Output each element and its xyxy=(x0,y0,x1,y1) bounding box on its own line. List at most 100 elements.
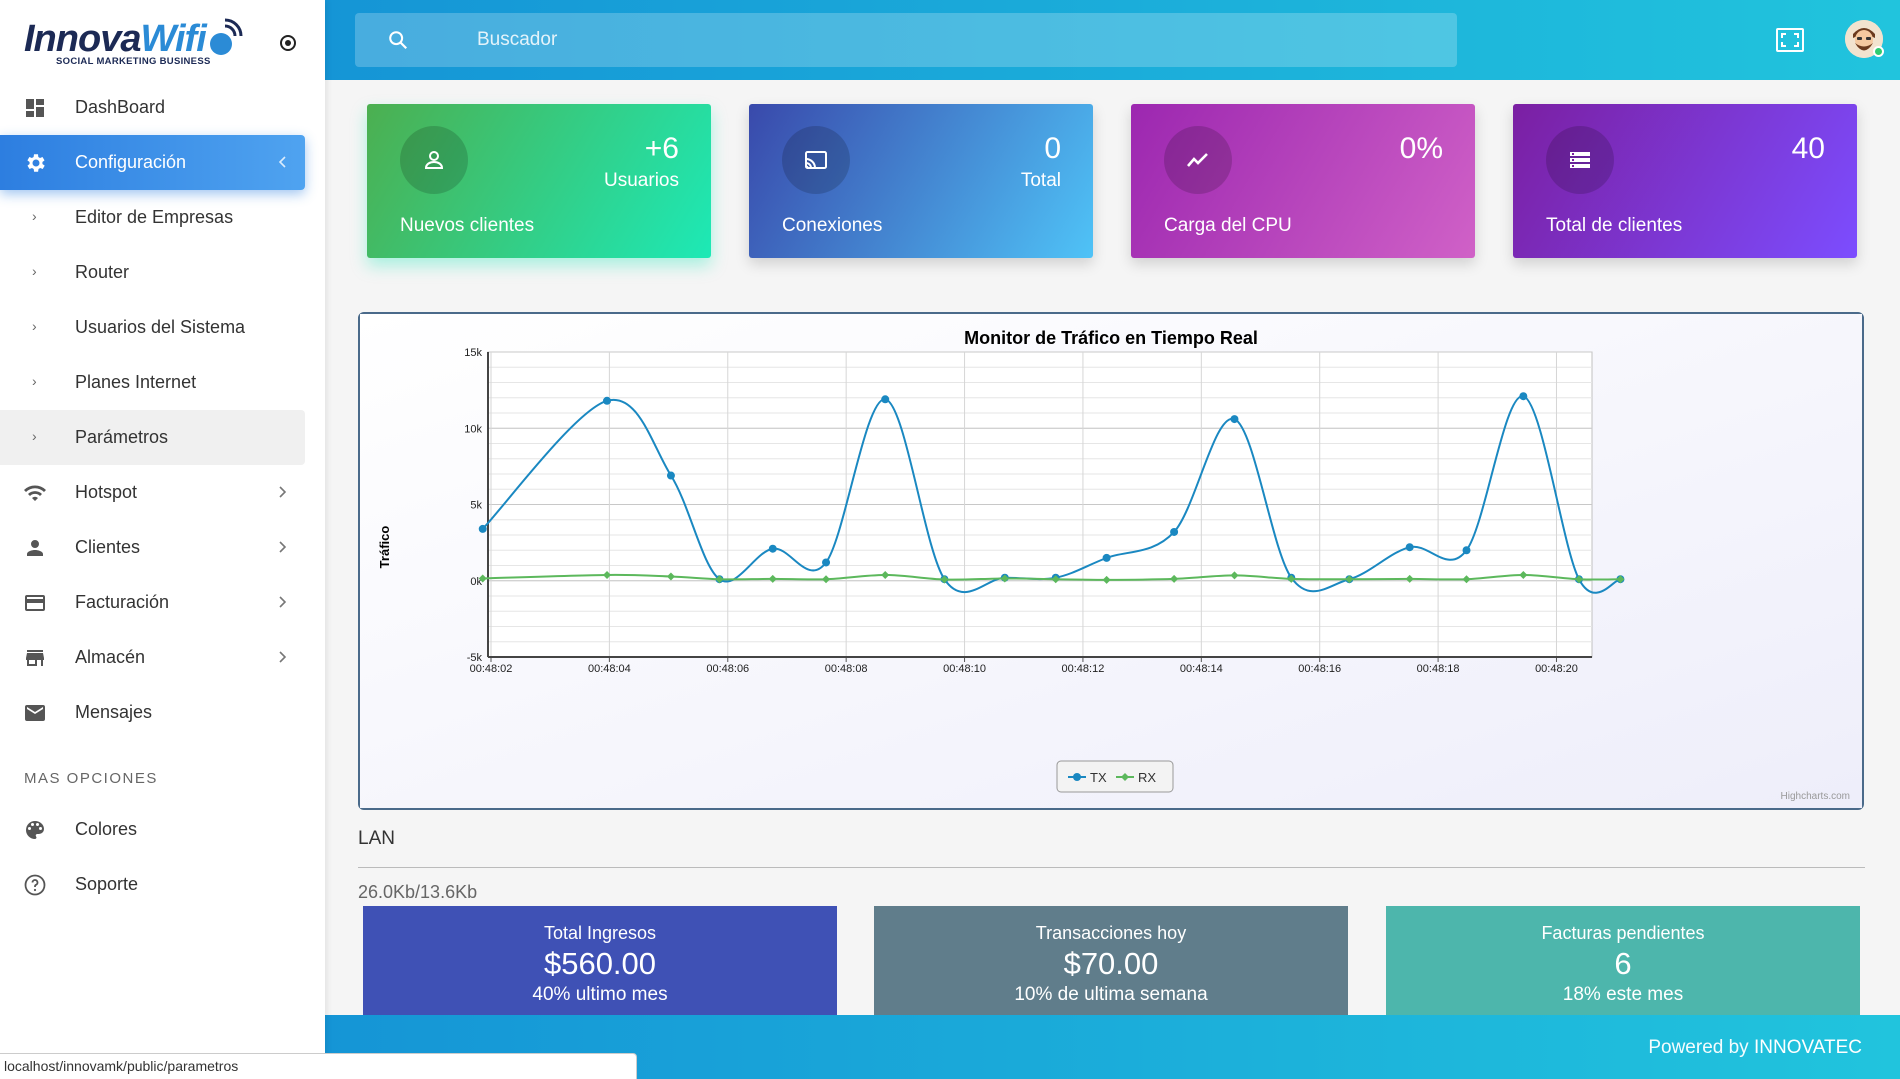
summary-card-subtitle: 10% de ultima semana xyxy=(1014,984,1208,1005)
footer-brand-link[interactable]: INNOVATEC xyxy=(1754,1037,1862,1058)
card-icon-circle xyxy=(782,126,850,194)
sidebar-toggle-button[interactable] xyxy=(280,35,296,51)
chevron-right-icon xyxy=(279,596,287,608)
logo-wifi-globe-icon xyxy=(210,18,243,55)
chart-credit[interactable]: Highcharts.com xyxy=(1781,791,1850,802)
summary-card-title: Facturas pendientes xyxy=(1541,923,1705,943)
summary-card-transacciones-hoy[interactable]: Transacciones hoy $70.00 10% de ultima s… xyxy=(874,906,1348,1016)
sidebar-item-almacen[interactable]: Almacén xyxy=(0,630,305,685)
search-input[interactable] xyxy=(477,26,1377,54)
card-title: Carga del CPU xyxy=(1164,215,1292,236)
y-tick-label: 10k xyxy=(464,423,482,435)
summary-card-title: Transacciones hoy xyxy=(1035,923,1187,943)
submenu-marker: › xyxy=(32,208,37,224)
card-value: 40 xyxy=(1791,132,1825,165)
sidebar-item-label: Colores xyxy=(75,819,138,839)
sidebar-item-mensajes[interactable]: Mensajes xyxy=(0,685,305,740)
sidebar-item-label: Hotspot xyxy=(75,482,138,502)
submenu-marker: › xyxy=(32,428,37,444)
stat-card-total-clientes[interactable]: 40 Total de clientes xyxy=(1513,104,1857,258)
data-point-tx[interactable] xyxy=(1230,415,1239,424)
data-point-tx[interactable] xyxy=(1462,546,1471,555)
card-value: +6 xyxy=(644,132,679,165)
credit-card-icon xyxy=(25,595,45,611)
chevron-right-icon xyxy=(279,486,287,498)
sidebar-item-facturacion[interactable]: Facturación xyxy=(0,575,305,630)
sidebar-item-clientes[interactable]: Clientes xyxy=(0,520,305,575)
data-point-tx[interactable] xyxy=(881,395,890,404)
mail-icon xyxy=(25,705,45,721)
submenu-marker: › xyxy=(32,263,37,279)
summary-card-value: $560.00 xyxy=(543,946,657,981)
storage-icon xyxy=(1570,152,1590,168)
fullscreen-icon[interactable] xyxy=(1775,27,1805,53)
sidebar-subitem-editor-empresas[interactable]: › Editor de Empresas xyxy=(0,190,305,245)
browser-status-bar: localhost/innovamk/public/parametros xyxy=(0,1053,637,1079)
brand-logo[interactable]: InnovaWifi SOCIAL MARKETING BUSINESS xyxy=(24,8,254,68)
sidebar-item-colores[interactable]: Colores xyxy=(0,802,305,857)
gear-icon xyxy=(27,154,45,172)
footer-prefix: Powered by xyxy=(1648,1037,1749,1058)
x-tick-label: 00:48:04 xyxy=(588,663,631,675)
chart-legend[interactable]: TX RX xyxy=(1056,760,1174,793)
summary-card-subtitle: 18% este mes xyxy=(1562,984,1684,1005)
sidebar-item-label: Editor de Empresas xyxy=(75,207,234,227)
sidebar-item-soporte[interactable]: Soporte xyxy=(0,857,305,912)
topbar xyxy=(325,0,1900,80)
sidebar-item-label: Mensajes xyxy=(75,702,153,722)
sidebar-item-label: Configuración xyxy=(75,152,187,172)
dashboard-icon xyxy=(26,99,44,117)
sidebar-item-label: Clientes xyxy=(75,537,141,557)
lan-divider xyxy=(358,867,1865,868)
data-point-tx[interactable] xyxy=(1405,543,1414,552)
data-point-tx[interactable] xyxy=(603,396,612,405)
card-icon-circle xyxy=(1546,126,1614,194)
submenu-marker: › xyxy=(32,373,37,389)
summary-card-title: Total Ingresos xyxy=(543,923,657,943)
legend-item-rx[interactable]: RX xyxy=(1138,770,1156,785)
sidebar: InnovaWifi SOCIAL MARKETING BUSINESS Das… xyxy=(0,0,325,1079)
stat-card-carga-cpu[interactable]: 0% Carga del CPU xyxy=(1131,104,1475,258)
sidebar-item-hotspot[interactable]: Hotspot xyxy=(0,465,305,520)
sidebar-item-label: Planes Internet xyxy=(75,372,197,392)
y-tick-label: 5k xyxy=(470,500,482,512)
lan-label: LAN xyxy=(358,828,395,849)
summary-card-facturas-pendientes[interactable]: Facturas pendientes 6 18% este mes xyxy=(1386,906,1860,1016)
trend-icon xyxy=(1187,153,1208,167)
footer-credit: Powered by INNOVATEC xyxy=(1648,1037,1862,1059)
sidebar-item-configuracion[interactable]: Configuración xyxy=(0,135,305,190)
data-point-tx[interactable] xyxy=(1519,392,1528,401)
data-point-tx[interactable] xyxy=(478,524,487,533)
search-bar[interactable] xyxy=(355,13,1457,67)
sidebar-subitem-parametros[interactable]: › Parámetros xyxy=(0,410,305,465)
palette-icon xyxy=(26,821,44,839)
data-point-tx[interactable] xyxy=(1170,527,1179,536)
data-point-tx[interactable] xyxy=(1102,553,1111,562)
sidebar-item-dashboard[interactable]: DashBoard xyxy=(0,80,305,135)
wifi-icon xyxy=(24,485,46,501)
sidebar-subitem-usuarios-sistema[interactable]: › Usuarios del Sistema xyxy=(0,300,305,355)
search-icon xyxy=(389,31,408,50)
person-icon xyxy=(27,540,43,556)
cast-icon xyxy=(805,151,827,169)
legend-item-tx[interactable]: TX xyxy=(1090,770,1107,785)
summary-card-value: $70.00 xyxy=(1063,946,1159,981)
sidebar-heading-more: MAS OPCIONES xyxy=(24,770,158,787)
sidebar-item-label: Facturación xyxy=(75,592,170,612)
sidebar-subitem-planes-internet[interactable]: › Planes Internet xyxy=(0,355,305,410)
x-tick-label: 00:48:06 xyxy=(706,663,749,675)
card-unit: Usuarios xyxy=(604,170,679,191)
x-tick-label: 00:48:20 xyxy=(1535,663,1578,675)
stat-card-nuevos-clientes[interactable]: +6 Usuarios Nuevos clientes xyxy=(367,104,711,258)
x-tick-label: 00:48:14 xyxy=(1180,663,1223,675)
data-point-tx[interactable] xyxy=(666,471,675,480)
card-unit: Total xyxy=(1020,170,1061,191)
summary-card-total-ingresos[interactable]: Total Ingresos $560.00 40% ultimo mes xyxy=(363,906,837,1016)
sidebar-item-label: Usuarios del Sistema xyxy=(75,317,246,337)
data-point-tx[interactable] xyxy=(768,544,777,553)
stat-card-conexiones[interactable]: 0 Total Conexiones xyxy=(749,104,1093,258)
chevron-left-icon xyxy=(278,156,286,168)
sidebar-subitem-router[interactable]: › Router xyxy=(0,245,305,300)
data-point-tx[interactable] xyxy=(822,558,831,567)
x-tick-label: 00:48:18 xyxy=(1417,663,1460,675)
